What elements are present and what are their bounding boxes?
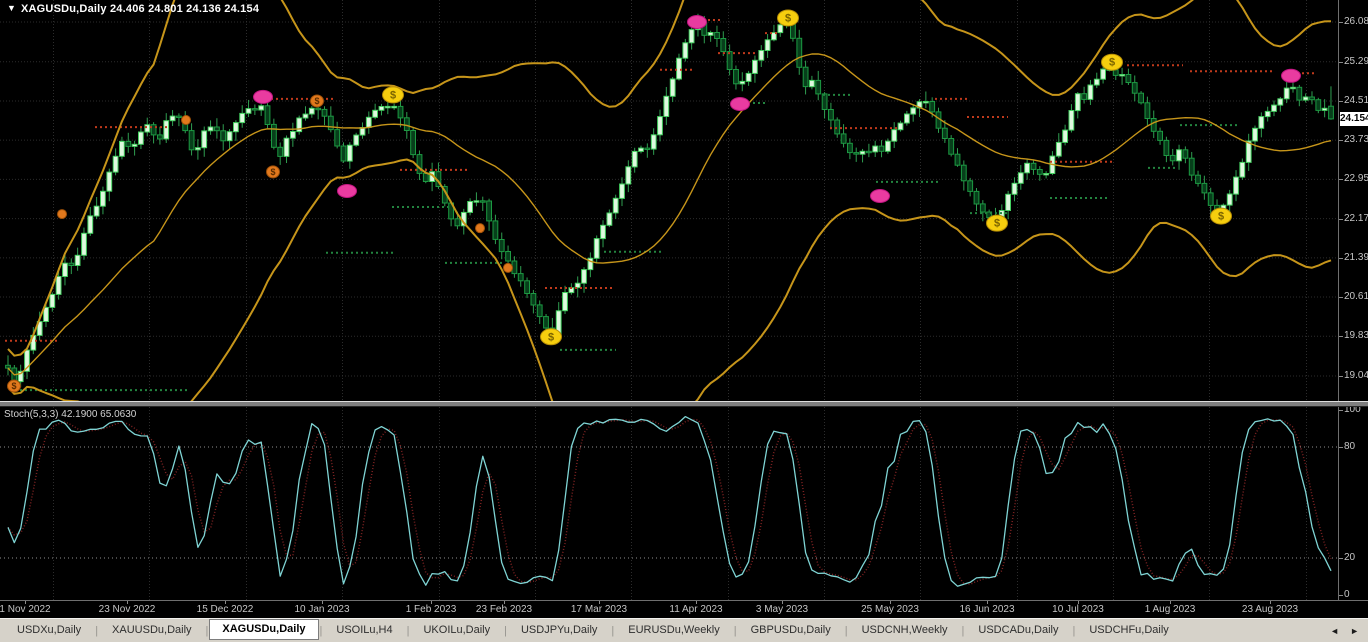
svg-text:$: $ (1109, 57, 1115, 69)
time-tick-label: 11 Apr 2023 (669, 604, 722, 615)
time-tick-label: 3 May 2023 (756, 604, 808, 615)
tab-item-usoilu[interactable]: USOILu,H4 (323, 620, 405, 641)
tab-item-usdjpyu[interactable]: USDJPYu,Daily (508, 620, 610, 641)
stochastic-canvas[interactable] (0, 407, 1338, 600)
tab-item-eurusdu[interactable]: EURUSDu,Weekly (615, 620, 733, 641)
price-tick (1339, 219, 1343, 220)
price-tick-label: 19.830 (1344, 331, 1368, 341)
price-tick (1339, 297, 1343, 298)
svg-text:$: $ (548, 331, 554, 343)
price-tick (1339, 336, 1343, 337)
tab-item-usdxu[interactable]: USDXu,Daily (4, 620, 94, 641)
chart-title: XAGUSDu,Daily 24.406 24.801 24.136 24.15… (21, 3, 259, 15)
svg-text:$: $ (1218, 211, 1224, 223)
time-axis[interactable]: 1 Nov 2022 23 Nov 2022 15 Dec 2022 10 Jan 2… (0, 600, 1368, 618)
stoch-tick-label: 80 (1344, 442, 1355, 452)
tabs-scroll-left-icon[interactable]: ◄ (1330, 626, 1339, 636)
svg-text:$: $ (390, 89, 396, 101)
chart-tab-bar: USDXu,Daily|XAUUSDu,Daily|XAGUSDu,Daily|… (0, 618, 1368, 642)
time-tick-label: 10 Jul 2023 (1052, 604, 1104, 615)
svg-text:$: $ (314, 96, 319, 106)
price-axis[interactable]: 26.080 25.290 24.510 23.730 22.950 22.170 21.3… (1338, 0, 1368, 600)
svg-text:$: $ (785, 12, 791, 24)
price-tick-label: 20.610 (1344, 292, 1368, 302)
price-tick (1339, 376, 1343, 377)
price-tick-label: 24.510 (1344, 96, 1368, 106)
time-tick-label: 23 Aug 2023 (1242, 604, 1298, 615)
tabs-scroll-right-icon[interactable]: ► (1350, 626, 1359, 636)
price-tick (1339, 258, 1343, 259)
svg-text:$: $ (11, 381, 16, 391)
stoch-tick (1339, 558, 1343, 559)
svg-text:$: $ (270, 167, 275, 177)
main-chart-canvas[interactable]: $ $ $ $ $ $ $ $ $ (0, 0, 1338, 401)
price-tick-label: 23.730 (1344, 135, 1368, 145)
tab-item-usdcnh[interactable]: USDCNH,Weekly (849, 620, 961, 641)
tab-item-xagusdu[interactable]: XAGUSDu,Daily (209, 619, 318, 640)
tab-item-ukoilu[interactable]: UKOILu,Daily (410, 620, 503, 641)
price-tick (1339, 62, 1343, 63)
tab-item-xauusdu[interactable]: XAUUSDu,Daily (99, 620, 204, 641)
price-tick-label: 21.390 (1344, 253, 1368, 263)
price-tick (1339, 101, 1343, 102)
time-tick-label: 10 Jan 2023 (294, 604, 349, 615)
price-tick (1339, 179, 1343, 180)
time-tick-label: 16 Jun 2023 (959, 604, 1014, 615)
price-tick (1339, 140, 1343, 141)
time-tick-label: 25 May 2023 (861, 604, 919, 615)
tab-item-usdchfu[interactable]: USDCHFu,Daily (1076, 620, 1181, 641)
time-tick-label: 1 Nov 2022 (0, 604, 51, 615)
stochastic-indicator-label: Stoch(5,3,3) 42.1900 65.0630 (4, 409, 136, 420)
price-tick-label: 19.040 (1344, 371, 1368, 381)
stoch-tick (1339, 447, 1343, 448)
price-tick-label: 22.170 (1344, 214, 1368, 224)
price-tick-label: 26.080 (1344, 17, 1368, 27)
stoch-tick (1339, 410, 1343, 411)
panel-divider[interactable] (0, 401, 1368, 407)
time-tick-label: 1 Feb 2023 (406, 604, 457, 615)
time-tick-label: 17 Mar 2023 (571, 604, 627, 615)
time-tick-label: 1 Aug 2023 (1145, 604, 1196, 615)
stoch-tick-label: 0 (1344, 590, 1350, 600)
time-tick-label: 15 Dec 2022 (197, 604, 254, 615)
time-tick-label: 23 Feb 2023 (476, 604, 532, 615)
tab-scroll-controls: ◄ ► (1330, 626, 1368, 636)
price-tick (1339, 22, 1343, 23)
price-tick-label: 22.950 (1344, 174, 1368, 184)
tab-item-usdcadu[interactable]: USDCADu,Daily (965, 620, 1071, 641)
tab-item-gbpusdu[interactable]: GBPUSDu,Daily (738, 620, 844, 641)
stoch-tick-label: 20 (1344, 553, 1355, 563)
svg-text:$: $ (994, 218, 1000, 230)
current-price-tag: 24.154 (1340, 112, 1368, 126)
terminal-chart-window: $ $ $ $ $ $ $ $ $ ▼ XAGUSDu,Daily 24.406 24.801 … (0, 0, 1368, 642)
price-tick-label: 25.290 (1344, 57, 1368, 67)
window-expand-icon[interactable]: ▼ (7, 3, 16, 13)
time-tick-label: 23 Nov 2022 (99, 604, 156, 615)
chart-tabs: USDXu,Daily|XAUUSDu,Daily|XAGUSDu,Daily|… (0, 619, 1182, 642)
stoch-tick (1339, 595, 1343, 596)
